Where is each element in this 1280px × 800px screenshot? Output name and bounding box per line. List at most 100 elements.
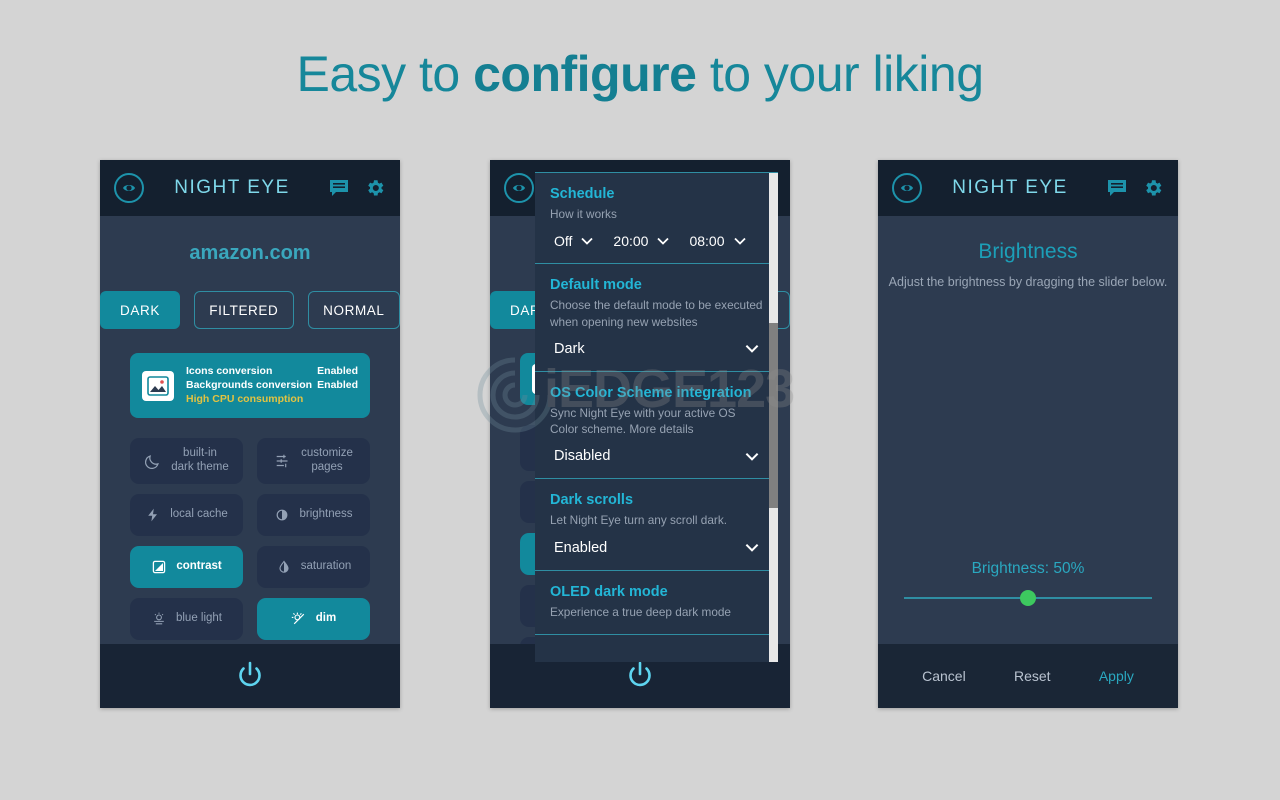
panel-settings: NIGHT EYE amazon.com DARK FILTERED NORMA… [490, 160, 790, 708]
headline-strong: configure [473, 46, 697, 102]
toggle-built-in-dark-theme[interactable]: built-in dark theme [130, 438, 243, 485]
os-color-scheme-value: Disabled [554, 448, 611, 465]
toggle-label-blue-light: blue light [175, 612, 223, 625]
night-eye-eye-icon[interactable] [892, 173, 922, 203]
brightness-slider[interactable] [904, 588, 1152, 608]
toggle-label-dim: dim [315, 612, 337, 625]
gear-icon[interactable] [364, 177, 386, 199]
cancel-button[interactable]: Cancel [922, 668, 966, 684]
night-eye-eye-icon[interactable] [114, 173, 144, 203]
dark-scrolls-value: Enabled [554, 539, 608, 556]
mode-button-normal[interactable]: NORMAL [307, 291, 400, 329]
section-desc-os-color-scheme[interactable]: Sync Night Eye with your active OS Color… [550, 405, 763, 438]
conversion-row-backgrounds: Backgrounds conversion Enabled [186, 378, 358, 392]
toggle-label-built-in-dark-theme: built-in dark theme [171, 447, 229, 474]
conversion-card[interactable]: Icons conversion Enabled Backgrounds con… [130, 353, 370, 419]
schedule-end-value: 08:00 [689, 233, 725, 250]
settings-section-os-color-scheme: OS Color Scheme integration Sync Night E… [535, 372, 778, 480]
scrollbar-thumb[interactable] [769, 323, 778, 508]
toggle-saturation[interactable]: saturation [257, 546, 370, 589]
section-title-default-mode: Default mode [550, 277, 642, 294]
toggle-brightness[interactable]: brightness [257, 494, 370, 537]
chevron-down-icon [581, 237, 594, 246]
os-color-scheme-select[interactable]: Disabled [550, 448, 763, 464]
toggle-customize-pages[interactable]: customize pages [257, 438, 370, 485]
chevron-down-icon [657, 237, 670, 246]
panel1-header: NIGHT EYE [100, 160, 400, 216]
conversion-icons-key: Icons conversion [186, 365, 273, 377]
section-desc-dark-scrolls: Let Night Eye turn any scroll dark. [550, 513, 728, 528]
toggle-label-local-cache: local cache [170, 508, 228, 521]
section-desc-default-mode: Choose the default mode to be executed w… [550, 298, 763, 329]
conversion-rows: Icons conversion Enabled Backgrounds con… [186, 364, 358, 407]
dim-icon [291, 611, 307, 627]
toggle-label-saturation: saturation [300, 560, 352, 573]
panel3-footer: Cancel Reset Apply [878, 644, 1178, 708]
toggle-blue-light[interactable]: blue light [130, 598, 243, 641]
mode-button-group: DARK FILTERED NORMAL [100, 291, 400, 329]
panel3-header: NIGHT EYE [878, 160, 1178, 216]
power-icon [629, 661, 651, 687]
toggle-dim[interactable]: dim [257, 598, 370, 641]
night-eye-eye-icon[interactable] [504, 173, 534, 203]
chat-bubble-icon[interactable] [328, 177, 350, 199]
dark-scrolls-select[interactable]: Enabled [550, 540, 763, 556]
contrast-icon [151, 559, 167, 575]
chevron-down-icon [733, 237, 746, 246]
settings-scrollbar[interactable] [769, 173, 778, 662]
site-name: amazon.com [189, 242, 311, 264]
moon-icon [144, 452, 162, 470]
settings-section-dark-scrolls: Dark scrolls Let Night Eye turn any scro… [535, 479, 778, 571]
headline-before: Easy to [296, 46, 474, 102]
settings-overlay: Schedule How it works Off 20:00 08:00 De… [535, 172, 778, 662]
gear-icon[interactable] [1142, 177, 1164, 199]
section-title-os-color-scheme: OS Color Scheme integration [550, 384, 752, 401]
default-mode-value: Dark [554, 340, 585, 357]
panel-brightness: NIGHT EYE Brightness Adjust the brightne… [878, 160, 1178, 708]
schedule-selects: Off 20:00 08:00 [550, 233, 763, 249]
schedule-enable-select[interactable]: Off [554, 233, 594, 250]
section-title-schedule: Schedule [550, 186, 615, 202]
section-title-oled-dark-mode: OLED dark mode [550, 583, 668, 600]
default-mode-select[interactable]: Dark [550, 341, 763, 357]
toggle-label-brightness: brightness [299, 508, 353, 521]
conversion-row-icons: Icons conversion Enabled [186, 364, 358, 378]
mode-button-dark[interactable]: DARK [100, 291, 180, 329]
lightning-icon [145, 507, 161, 523]
settings-section-oled-dark-mode: OLED dark mode Experience a true deep da… [535, 571, 778, 635]
conversion-backgrounds-key: Backgrounds conversion [186, 379, 313, 392]
schedule-start-select[interactable]: 20:00 [613, 233, 670, 250]
toggle-contrast[interactable]: contrast [130, 546, 243, 589]
section-desc-schedule[interactable]: How it works [550, 206, 763, 222]
brand-title: NIGHT EYE [952, 177, 1068, 198]
settings-section-schedule: Schedule How it works Off 20:00 08:00 [535, 173, 778, 265]
section-desc-oled-dark-mode: Experience a true deep dark mode [550, 604, 731, 619]
conversion-backgrounds-value: Enabled [317, 379, 358, 392]
toggle-local-cache[interactable]: local cache [130, 494, 243, 537]
conversion-icons-value: Enabled [317, 365, 358, 377]
sliders-icon [274, 452, 292, 470]
schedule-enable-value: Off [554, 233, 573, 250]
reset-button[interactable]: Reset [1014, 668, 1051, 684]
apply-button[interactable]: Apply [1099, 668, 1134, 684]
slider-thumb[interactable] [1020, 590, 1036, 606]
schedule-start-value: 20:00 [613, 233, 649, 250]
mode-button-filtered[interactable]: FILTERED [194, 291, 294, 329]
panel-main: NIGHT EYE amazon.com DARK FILTERED NORMA… [100, 160, 400, 708]
image-thumbnail-icon [142, 370, 174, 401]
toggle-label-customize-pages: customize pages [301, 447, 353, 474]
brightness-value-label: Brightness: 50% [971, 560, 1085, 577]
droplet-icon [276, 559, 292, 575]
chevron-down-icon [745, 543, 759, 552]
brand-title: NIGHT EYE [174, 177, 290, 198]
brightness-description: Adjust the brightness by dragging the sl… [888, 275, 1168, 289]
schedule-end-select[interactable]: 08:00 [689, 233, 746, 250]
brightness-icon [274, 507, 290, 523]
chat-bubble-icon[interactable] [1106, 177, 1128, 199]
power-button-panel1[interactable] [100, 644, 400, 708]
power-icon [239, 661, 261, 687]
toggle-label-contrast: contrast [176, 560, 222, 573]
page-title: Easy to configure to your liking [0, 46, 1280, 104]
section-title-dark-scrolls: Dark scrolls [550, 492, 634, 509]
cpu-warning-text: High CPU consumption [186, 393, 304, 406]
